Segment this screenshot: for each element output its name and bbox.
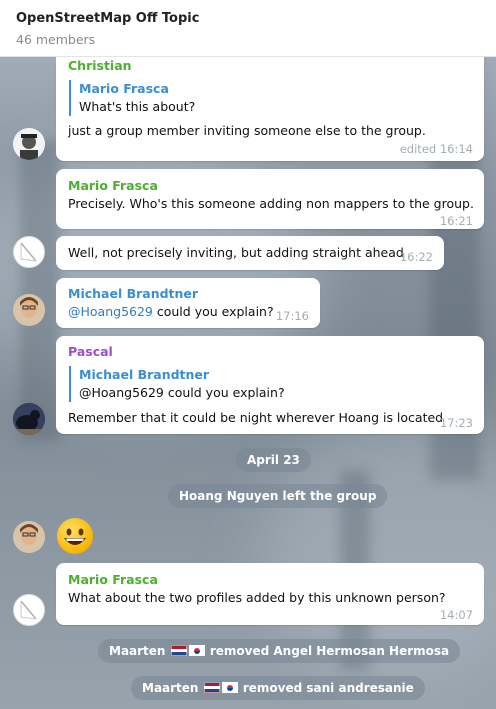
message-sender[interactable]: Pascal <box>68 344 113 359</box>
message-time: 16:22 <box>399 250 433 264</box>
avatar[interactable] <box>13 403 45 435</box>
message-sender[interactable]: Christian <box>68 58 132 73</box>
service-message: Maarten removed sani andresanie <box>131 676 425 700</box>
message-time: 14:07 <box>439 608 473 622</box>
avatar[interactable] <box>13 521 45 553</box>
message-bubble[interactable]: Michael Brandtner @Hoang5629 could you e… <box>56 278 320 328</box>
service-text: removed sani andresanie <box>242 681 414 695</box>
south-korea-flag-icon <box>188 645 205 656</box>
message-text: Remember that it could be night wherever… <box>68 410 444 425</box>
date-separator: April 23 <box>236 448 311 472</box>
user-avatar-icon <box>13 128 45 160</box>
service-text: removed Angel Hermosan Hermosa <box>209 644 450 658</box>
service-message: Maarten removed Angel Hermosan Hermosa <box>98 639 461 663</box>
message-sender[interactable]: Mario Frasca <box>68 178 158 193</box>
avatar[interactable] <box>13 128 45 160</box>
reply-quote[interactable]: Mario Frasca What's this about? <box>69 80 195 116</box>
chat-title: OpenStreetMap Off Topic <box>16 11 200 26</box>
reply-sender: Michael Brandtner <box>79 367 210 382</box>
message-bubble[interactable]: Well, not precisely inviting, but adding… <box>56 236 444 270</box>
avatar[interactable] <box>13 236 45 268</box>
message-sender[interactable]: Mario Frasca <box>68 572 158 587</box>
user-avatar-icon <box>13 294 45 326</box>
netherlands-flag-icon <box>203 682 220 693</box>
message-text: Well, not precisely inviting, but adding… <box>68 245 404 260</box>
message-bubble[interactable]: Christian Mario Frasca What's this about… <box>56 57 484 161</box>
message-text: @Hoang5629 could you explain? <box>68 304 274 319</box>
avatar[interactable] <box>13 294 45 326</box>
reply-text: What's this about? <box>79 99 196 114</box>
osm-logo-icon <box>20 242 37 262</box>
mention-link[interactable]: @Hoang5629 <box>68 304 153 319</box>
south-korea-flag-icon <box>221 682 238 693</box>
message-bubble[interactable]: Mario Frasca Precisely. Who's this someo… <box>56 169 484 229</box>
avatar[interactable] <box>13 594 45 626</box>
user-avatar-icon <box>13 521 45 553</box>
message-time: 17:23 <box>439 416 473 430</box>
message-time: 17:16 <box>275 309 309 323</box>
message-sender[interactable]: Michael Brandtner <box>68 286 198 301</box>
message-bubble[interactable]: Pascal Michael Brandtner @Hoang5629 coul… <box>56 336 484 434</box>
user-avatar-icon <box>13 403 45 435</box>
actor-name[interactable]: Maarten <box>109 644 165 658</box>
actor-name[interactable]: Maarten <box>142 681 198 695</box>
reply-text: @Hoang5629 could you explain? <box>79 385 285 400</box>
message-time: 16:21 <box>439 214 473 228</box>
member-count: 46 members <box>16 32 96 47</box>
message-time: edited 16:14 <box>399 142 473 156</box>
reply-quote[interactable]: Michael Brandtner @Hoang5629 could you e… <box>69 366 285 402</box>
netherlands-flag-icon <box>170 645 187 656</box>
message-text-body: could you explain? <box>152 304 274 319</box>
osm-logo-icon <box>20 600 37 620</box>
chat-header[interactable]: OpenStreetMap Off Topic 46 members <box>0 0 496 57</box>
message-text: What about the two profiles added by thi… <box>68 590 446 605</box>
message-text: Precisely. Who's this someone adding non… <box>68 196 474 211</box>
message-text: just a group member inviting someone els… <box>68 123 426 138</box>
grinning-face-icon[interactable] <box>57 518 93 554</box>
reply-sender: Mario Frasca <box>79 81 169 96</box>
message-bubble[interactable]: Mario Frasca What about the two profiles… <box>56 563 484 625</box>
service-message: Hoang Nguyen left the group <box>168 484 388 508</box>
